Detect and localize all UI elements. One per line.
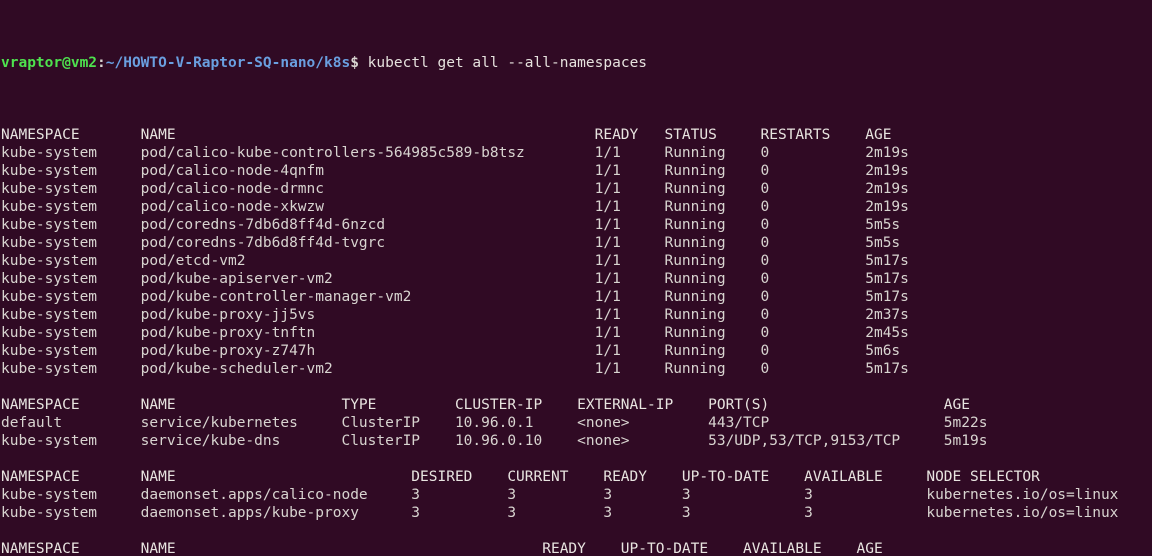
table-header-deployments: NAMESPACE NAME READY UP-TO-DATE AVAILABL… <box>1 541 883 556</box>
prompt-user-host: vraptor@vm2 <box>1 55 98 71</box>
table-row: kube-system pod/kube-scheduler-vm2 1/1 R… <box>1 361 909 377</box>
table-row: default service/kubernetes ClusterIP 10.… <box>1 415 988 431</box>
table-row: kube-system pod/calico-node-xkwzw 1/1 Ru… <box>1 199 909 215</box>
terminal-screen[interactable]: vraptor@vm2:~/HOWTO-V-Raptor-SQ-nano/k8s… <box>1 0 1152 556</box>
prompt-path: ~/HOWTO-V-Raptor-SQ-nano/k8s <box>105 55 351 71</box>
command-output: NAMESPACE NAME READY STATUS RESTARTS AGE… <box>1 126 1152 556</box>
prompt-line: vraptor@vm2:~/HOWTO-V-Raptor-SQ-nano/k8s… <box>1 54 1152 72</box>
terminal-window[interactable]: vraptor@vm2:~/HOWTO-V-Raptor-SQ-nano/k8s… <box>0 0 1152 556</box>
command-text: kubectl get all --all-namespaces <box>367 55 648 71</box>
table-row: kube-system pod/coredns-7db6d8ff4d-tvgrc… <box>1 235 901 251</box>
table-header-pods: NAMESPACE NAME READY STATUS RESTARTS AGE <box>1 127 892 143</box>
table-row: kube-system service/kube-dns ClusterIP 1… <box>1 433 988 449</box>
table-row: kube-system pod/kube-proxy-tnftn 1/1 Run… <box>1 325 909 341</box>
table-row: kube-system pod/calico-node-4qnfm 1/1 Ru… <box>1 163 909 179</box>
table-row: kube-system pod/coredns-7db6d8ff4d-6nzcd… <box>1 217 901 233</box>
table-row: kube-system pod/etcd-vm2 1/1 Running 0 5… <box>1 253 909 269</box>
table-row: kube-system daemonset.apps/kube-proxy 3 … <box>1 505 1152 521</box>
table-row: kube-system pod/calico-kube-controllers-… <box>1 145 909 161</box>
table-row: kube-system daemonset.apps/calico-node 3… <box>1 487 1152 503</box>
table-row: kube-system pod/kube-controller-manager-… <box>1 289 909 305</box>
table-header-daemonsets: NAMESPACE NAME DESIRED CURRENT READY UP-… <box>1 469 1152 485</box>
prompt-colon: : <box>97 55 106 71</box>
table-row: kube-system pod/calico-node-drmnc 1/1 Ru… <box>1 181 909 197</box>
table-header-services: NAMESPACE NAME TYPE CLUSTER-IP EXTERNAL-… <box>1 397 971 413</box>
table-row: kube-system pod/kube-proxy-jj5vs 1/1 Run… <box>1 307 909 323</box>
table-row: kube-system pod/kube-proxy-z747h 1/1 Run… <box>1 343 901 359</box>
table-row: kube-system pod/kube-apiserver-vm2 1/1 R… <box>1 271 909 287</box>
prompt-dollar: $ <box>350 55 359 71</box>
